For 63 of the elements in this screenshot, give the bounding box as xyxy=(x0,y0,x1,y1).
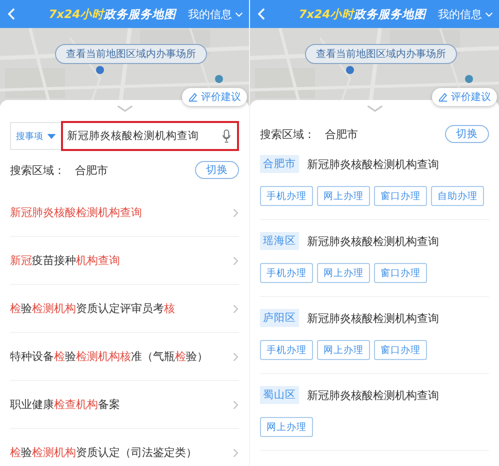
service-title: 新冠肺炎核酸检测机构查询 xyxy=(307,156,439,172)
district-tag: 瑶海区 xyxy=(260,232,299,250)
handling-option-button[interactable]: 窗口办理 xyxy=(374,340,427,360)
area-city: 合肥市 xyxy=(325,126,358,142)
my-info-menu[interactable]: 我的信息 xyxy=(188,6,243,22)
handling-option-button[interactable]: 窗口办理 xyxy=(374,263,427,283)
feedback-button[interactable]: 评价建议 xyxy=(182,88,247,106)
chevron-right-icon xyxy=(233,400,239,410)
triangle-down-icon xyxy=(47,134,56,138)
chevron-right-icon xyxy=(233,304,239,314)
handling-option-button[interactable]: 网上办理 xyxy=(317,186,370,206)
area-label: 搜索区域： xyxy=(260,126,315,142)
back-icon[interactable] xyxy=(8,8,15,20)
switch-button[interactable]: 切换 xyxy=(195,161,239,179)
my-info-menu[interactable]: 我的信息 xyxy=(438,6,493,22)
collapse-chevron-icon[interactable] xyxy=(366,105,382,112)
service-title: 新冠肺炎核酸检测机构查询 xyxy=(307,234,439,248)
pencil-icon xyxy=(188,92,198,102)
item-title: 特种设备检验检测机构核准（气瓶检验） xyxy=(10,349,208,364)
app-title: 7x24小时政务服务地图 xyxy=(48,6,178,22)
handling-option-button[interactable]: 网上办理 xyxy=(260,417,313,437)
result-list-item[interactable]: 新冠疫苗接种机构查询 xyxy=(10,237,239,285)
chevron-right-icon xyxy=(233,208,239,218)
area-city: 合肥市 xyxy=(75,162,108,178)
handling-option-button[interactable]: 自助办理 xyxy=(431,186,484,206)
result-list-item[interactable]: 职业健康检查机构备案 xyxy=(10,381,239,429)
district-tag: 合肥市 xyxy=(260,155,299,173)
chevron-right-icon xyxy=(233,256,239,266)
pencil-icon xyxy=(438,92,448,102)
chevron-right-icon xyxy=(233,352,239,362)
area-label: 搜索区域： xyxy=(10,162,65,178)
result-list-item[interactable]: 特种设备检验检测机构核准（气瓶检验） xyxy=(10,333,239,381)
result-list-item[interactable]: 检验检测机构资质认定评审员考核 xyxy=(10,285,239,333)
handling-option-button[interactable]: 手机办理 xyxy=(260,263,313,283)
switch-button[interactable]: 切换 xyxy=(445,125,489,143)
collapse-chevron-icon[interactable] xyxy=(116,105,132,112)
scope-dropdown[interactable]: 搜事项 xyxy=(10,122,61,150)
district-tag: 蜀山区 xyxy=(260,386,299,404)
item-title: 职业健康检查机构备案 xyxy=(10,397,120,412)
handling-option-button[interactable]: 网上办理 xyxy=(317,263,370,283)
caret-down-icon xyxy=(485,12,493,16)
item-title: 新冠疫苗接种机构查询 xyxy=(10,253,120,268)
service-title: 新冠肺炎核酸检测机构查询 xyxy=(307,310,439,326)
result-list-item[interactable]: 检验检测机构资质认定（司法鉴定类） xyxy=(10,429,239,466)
search-field[interactable]: 新冠肺炎核酸检测机构查询 xyxy=(61,121,239,151)
item-title: 检验检测机构资质认定评审员考核 xyxy=(10,301,175,316)
app-title: 7x24小时政务服务地图 xyxy=(298,6,428,22)
handling-option-button[interactable]: 手机办理 xyxy=(260,340,313,360)
service-title: 新冠肺炎核酸检测机构查询 xyxy=(307,388,439,402)
handling-option-button[interactable]: 网上办理 xyxy=(317,340,370,360)
item-title: 新冠肺炎核酸检测机构查询 xyxy=(10,205,142,220)
handling-option-button[interactable]: 手机办理 xyxy=(260,186,313,206)
item-title: 检验检测机构资质认定（司法鉴定类） xyxy=(10,445,197,460)
view-nearby-offices-button[interactable]: 查看当前地图区域内办事场所 xyxy=(305,44,457,64)
feedback-button[interactable]: 评价建议 xyxy=(432,88,497,106)
caret-down-icon xyxy=(235,12,243,16)
view-nearby-offices-button[interactable]: 查看当前地图区域内办事场所 xyxy=(55,44,207,64)
district-tag: 庐阳区 xyxy=(260,309,299,327)
chevron-right-icon xyxy=(233,448,239,458)
result-list-item[interactable]: 新冠肺炎核酸检测机构查询 xyxy=(10,189,239,237)
microphone-icon[interactable] xyxy=(222,129,231,143)
handling-option-button[interactable]: 窗口办理 xyxy=(374,186,427,206)
back-icon[interactable] xyxy=(258,8,265,20)
